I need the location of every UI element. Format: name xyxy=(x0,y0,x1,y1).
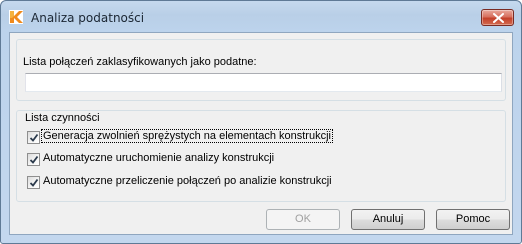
close-icon xyxy=(493,13,504,23)
auto-recalc-label[interactable]: Automatyczne przeliczenie połączeń po an… xyxy=(42,175,333,187)
checkmark-icon xyxy=(29,178,39,187)
connections-field[interactable] xyxy=(25,73,502,92)
auto-analysis-checkbox[interactable] xyxy=(27,153,40,166)
elastic-releases-label[interactable]: Generacja zwolnień sprężystych na elemen… xyxy=(41,129,333,143)
auto-analysis-label[interactable]: Automatyczne uruchomienie analizy konstr… xyxy=(42,152,275,164)
connections-label: Lista połączeń zaklasyfikowanych jako po… xyxy=(23,56,257,68)
cancel-button[interactable]: Anuluj xyxy=(351,209,425,230)
window-title: Analiza podatności xyxy=(31,11,145,25)
elastic-releases-checkbox[interactable] xyxy=(27,131,40,144)
auto-recalc-checkbox[interactable] xyxy=(27,176,40,189)
close-button[interactable] xyxy=(481,9,514,26)
actions-legend: Lista czynności xyxy=(23,112,102,124)
app-logo-icon xyxy=(8,9,24,25)
dialog-window: Analiza podatności Lista połączeń zaklas… xyxy=(0,0,522,244)
help-button[interactable]: Pomoc xyxy=(436,209,510,230)
checkmark-icon xyxy=(29,133,39,142)
checkmark-icon xyxy=(29,155,39,164)
title-bar[interactable]: Analiza podatności xyxy=(1,1,521,31)
dialog-body: Lista połączeń zaklasyfikowanych jako po… xyxy=(9,32,513,235)
ok-button[interactable]: OK xyxy=(266,209,340,230)
